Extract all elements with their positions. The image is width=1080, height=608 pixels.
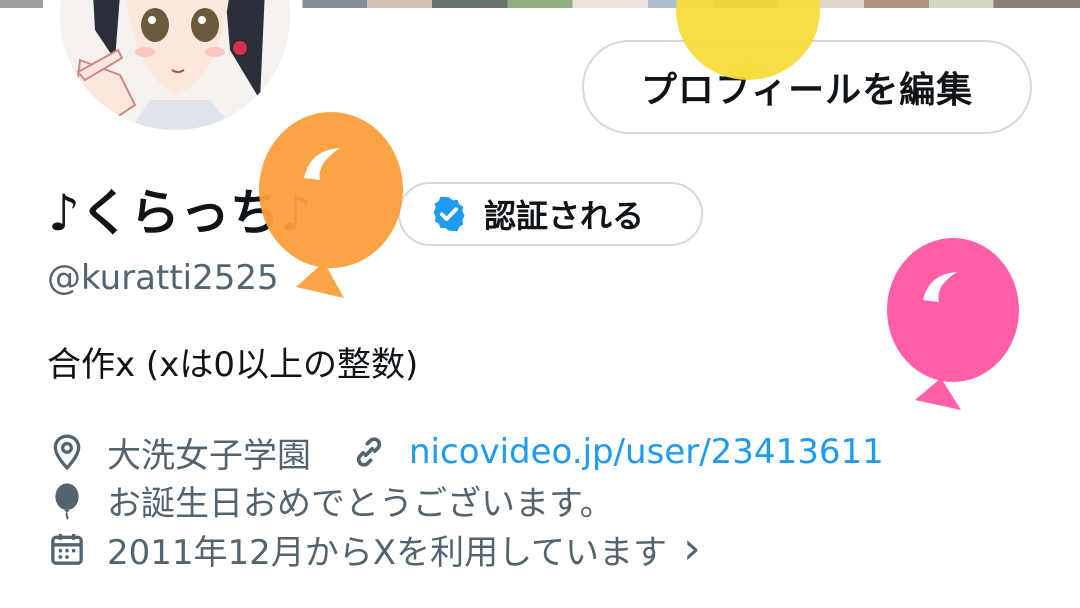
user-handle: @kuratti2525 <box>47 258 279 298</box>
profile-page: プロフィールを編集 ♪くらっち♪ 認証される @kuratti2525 合作x … <box>0 0 1080 608</box>
profile-url-link[interactable]: nicovideo.jp/user/23413611 <box>409 432 884 472</box>
pink-balloon-icon <box>887 238 1019 410</box>
calendar-icon <box>51 534 83 565</box>
get-verified-label: 認証される <box>484 197 645 235</box>
profile-meta-joined[interactable]: 2011年12月からXを利用しています › <box>47 524 701 574</box>
avatar-illustration <box>60 0 290 130</box>
yellow-balloon-icon <box>676 0 820 80</box>
profile-meta-location-url: 大洗女子学園 nicovideo.jp/user/23413611 <box>47 427 884 477</box>
get-verified-button[interactable]: 認証される <box>398 182 703 246</box>
avatar[interactable] <box>60 0 290 130</box>
profile-meta-birthday: お誕生日おめでとうございます。 <box>47 475 614 525</box>
verified-badge-icon <box>433 196 465 232</box>
link-icon <box>356 437 382 467</box>
chevron-right-icon: › <box>683 523 701 574</box>
location-text: 大洗女子学園 <box>107 435 311 476</box>
joined-text: 2011年12月からXを利用しています <box>107 532 668 573</box>
profile-bio: 合作x (xは0以上の整数) <box>47 345 419 385</box>
birthday-text: お誕生日おめでとうございます。 <box>107 483 614 524</box>
balloon-icon <box>55 483 79 520</box>
orange-balloon-icon <box>259 112 403 298</box>
location-pin-icon <box>53 434 81 471</box>
